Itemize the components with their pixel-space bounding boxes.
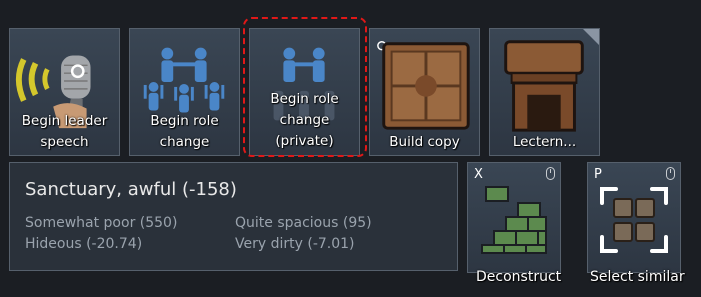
deconstruct-bricks-icon: [481, 186, 547, 254]
gizmo-label: Build copy: [389, 134, 460, 150]
room-stat-wealth: Somewhat poor (550): [25, 215, 178, 231]
begin-leader-speech-button[interactable]: Begin leader speech: [9, 28, 120, 156]
gizmo-label: Lectern...: [512, 134, 577, 150]
room-stat-space: Quite spacious (95): [235, 215, 372, 231]
begin-role-change-button[interactable]: Begin role change: [129, 28, 240, 156]
wooden-crate-icon: [377, 41, 470, 130]
room-stat-cleanliness: Very dirty (-7.01): [235, 236, 355, 252]
hotkey-label: X: [474, 167, 483, 182]
deconstruct-button[interactable]: X: [467, 162, 561, 273]
gizmo-label: Begin role change: [150, 113, 219, 150]
lectern-icon: [504, 40, 584, 132]
lectern-button[interactable]: Lectern...: [489, 28, 600, 156]
select-similar-label: Select similar: [590, 269, 685, 285]
select-similar-icon: [600, 187, 668, 253]
select-similar-button[interactable]: P: [587, 162, 681, 273]
selection-outline: [243, 17, 367, 157]
build-copy-button[interactable]: Build copy: [369, 28, 480, 156]
room-title: Sanctuary, awful (-158): [25, 179, 237, 200]
mouse-icon: [546, 167, 555, 180]
room-info-panel: Sanctuary, awful (-158) Somewhat poor (5…: [9, 162, 458, 271]
room-stat-beauty: Hideous (-20.74): [25, 236, 143, 252]
hotkey-label: P: [594, 167, 602, 182]
deconstruct-label: Deconstruct: [476, 269, 562, 285]
mouse-icon: [666, 167, 675, 180]
gizmo-label: Begin leader speech: [21, 113, 108, 150]
